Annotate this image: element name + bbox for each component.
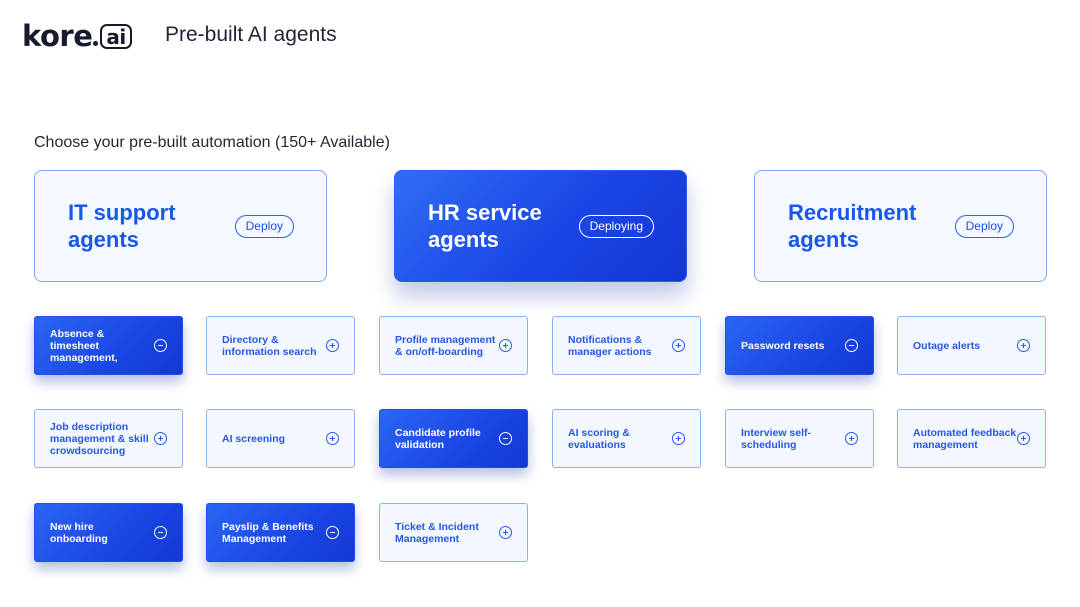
- category-title: HR service agents: [428, 200, 542, 252]
- deploy-button[interactable]: Deploy: [954, 214, 1014, 238]
- plus-circle-icon[interactable]: [499, 339, 512, 352]
- agent-tile-notifications[interactable]: Notifications & manager actions: [552, 316, 701, 375]
- minus-circle-icon[interactable]: [154, 526, 167, 539]
- agent-tile-interview-scheduling[interactable]: Interview self-scheduling: [725, 409, 874, 468]
- agent-tile-new-hire-onboarding[interactable]: New hire onboarding: [34, 503, 183, 562]
- minus-circle-icon[interactable]: [326, 526, 339, 539]
- agent-tile-label: New hire onboarding: [50, 520, 108, 545]
- agent-tile-label: Directory & information search: [222, 333, 317, 358]
- agent-tile-label: Payslip & Benefits Management: [222, 520, 314, 545]
- agent-tile-label: Notifications & manager actions: [568, 333, 652, 358]
- agent-tile-label: Outage alerts: [913, 339, 981, 352]
- agent-tile-label: Automated feedback management: [913, 426, 1017, 451]
- agent-tile-ticket-incident[interactable]: Ticket & Incident Management: [379, 503, 528, 562]
- agent-tile-label: Profile management & on/off-boarding: [395, 333, 496, 358]
- section-subtitle: Choose your pre-built automation (150+ A…: [34, 134, 390, 151]
- agent-tile-candidate-validation[interactable]: Candidate profile validation: [379, 409, 528, 468]
- agent-tile-outage-alerts[interactable]: Outage alerts: [897, 316, 1046, 375]
- agent-tile-label: AI scoring & evaluations: [568, 426, 630, 451]
- minus-circle-icon[interactable]: [499, 432, 512, 445]
- logo-wordmark: kore: [22, 19, 93, 53]
- agent-tile-payslip-benefits[interactable]: Payslip & Benefits Management: [206, 503, 355, 562]
- kore-ai-logo: kore ai: [22, 19, 132, 53]
- agent-tile-label: Absence & timesheet management,: [50, 327, 118, 364]
- agent-tile-label: Interview self-scheduling: [741, 426, 812, 451]
- category-card-it-support[interactable]: IT support agents Deploy: [34, 170, 327, 282]
- plus-circle-icon[interactable]: [154, 432, 167, 445]
- agent-tile-ai-screening[interactable]: AI screening: [206, 409, 355, 468]
- category-card-recruitment[interactable]: Recruitment agents Deploy: [754, 170, 1047, 282]
- agent-tile-label: AI screening: [222, 432, 286, 445]
- agent-tile-label: Candidate profile validation: [395, 426, 481, 451]
- agent-tile-label: Password resets: [741, 339, 825, 352]
- logo-dot: [93, 40, 99, 46]
- agent-tile-directory-search[interactable]: Directory & information search: [206, 316, 355, 375]
- category-card-hr-service[interactable]: HR service agents Deploying: [394, 170, 687, 282]
- page-title: Pre-built AI agents: [165, 23, 337, 46]
- plus-circle-icon[interactable]: [845, 432, 858, 445]
- agent-tile-ai-scoring[interactable]: AI scoring & evaluations: [552, 409, 701, 468]
- agent-tile-label: Job description management & skill crowd…: [50, 420, 149, 457]
- plus-circle-icon[interactable]: [672, 432, 685, 445]
- plus-circle-icon[interactable]: [326, 339, 339, 352]
- agent-tile-password-resets[interactable]: Password resets: [725, 316, 874, 375]
- agent-tile-automated-feedback[interactable]: Automated feedback management: [897, 409, 1046, 468]
- brand-logo[interactable]: kore ai: [22, 18, 132, 54]
- plus-circle-icon[interactable]: [1017, 432, 1030, 445]
- category-title: IT support agents: [68, 200, 176, 252]
- plus-circle-icon[interactable]: [1017, 339, 1030, 352]
- minus-circle-icon[interactable]: [154, 339, 167, 352]
- agent-tile-profile-management[interactable]: Profile management & on/off-boarding: [379, 316, 528, 375]
- agent-tile-absence-timesheet[interactable]: Absence & timesheet management,: [34, 316, 183, 375]
- plus-circle-icon[interactable]: [326, 432, 339, 445]
- minus-circle-icon[interactable]: [845, 339, 858, 352]
- deploy-button[interactable]: Deploy: [234, 214, 294, 238]
- agent-tile-label: Ticket & Incident Management: [395, 520, 479, 545]
- deploying-button[interactable]: Deploying: [578, 214, 654, 238]
- plus-circle-icon[interactable]: [672, 339, 685, 352]
- plus-circle-icon[interactable]: [499, 526, 512, 539]
- logo-ai-badge: ai: [100, 24, 132, 49]
- agent-tile-job-description[interactable]: Job description management & skill crowd…: [34, 409, 183, 468]
- category-title: Recruitment agents: [788, 200, 917, 252]
